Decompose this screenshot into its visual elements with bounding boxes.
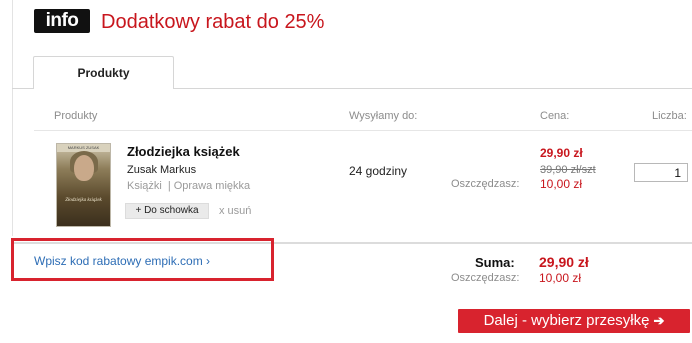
page-left-border <box>12 0 13 236</box>
tab-products[interactable]: Produkty <box>33 56 174 89</box>
product-binding: Oprawa miękka <box>173 180 251 192</box>
product-title-link[interactable]: Złodziejka książek <box>127 144 240 159</box>
item-price: 29,90 zł <box>540 146 583 160</box>
product-category[interactable]: Książki <box>127 180 162 192</box>
remove-item-button[interactable]: x usuń <box>219 205 251 217</box>
tab-baseline-left <box>12 88 33 89</box>
total-savings-value: 10,00 zł <box>539 271 582 285</box>
column-header-products: Produkty <box>54 110 98 122</box>
old-price-unit: /szt <box>578 164 596 176</box>
next-button-label: Dalej - wybierz przesyłkę <box>483 312 650 329</box>
arrow-right-icon: ➔ <box>653 313 665 328</box>
meta-separator: | <box>167 180 171 192</box>
info-badge: info <box>34 9 90 33</box>
cover-title-text: Złodziejka książek <box>65 198 102 203</box>
total-sum-label: Suma: <box>475 255 515 270</box>
total-sum-value: 29,90 zł <box>539 254 589 270</box>
item-savings-value: 10,00 zł <box>540 177 583 191</box>
shipping-time: 24 godziny <box>349 164 408 178</box>
quantity-input[interactable] <box>634 163 688 182</box>
header-separator <box>34 130 692 131</box>
column-header-shipping: Wysyłamy do: <box>349 110 418 122</box>
product-author-link[interactable]: Zusak Markus <box>127 164 196 176</box>
product-meta: Książki | Oprawa miękka <box>127 180 250 192</box>
item-old-price: 39,90 zł/szt <box>540 164 596 176</box>
total-savings-label: Oszczędzasz: <box>451 272 520 284</box>
tab-baseline <box>174 88 692 89</box>
coupon-code-link[interactable]: Wpisz kod rabatowy empik.com › <box>34 254 210 268</box>
column-header-quantity: Liczba: <box>652 110 687 122</box>
item-savings-label: Oszczędzasz: <box>451 178 520 190</box>
add-to-stash-button[interactable]: + Do schowka <box>125 203 209 219</box>
old-price-value: 39,90 zł <box>540 164 579 176</box>
promo-title: Dodatkowy rabat do 25% <box>101 11 325 33</box>
cover-figure-face <box>74 155 94 181</box>
column-header-price: Cena: <box>540 110 570 122</box>
next-choose-shipping-button[interactable]: Dalej - wybierz przesyłkę ➔ <box>458 309 690 333</box>
